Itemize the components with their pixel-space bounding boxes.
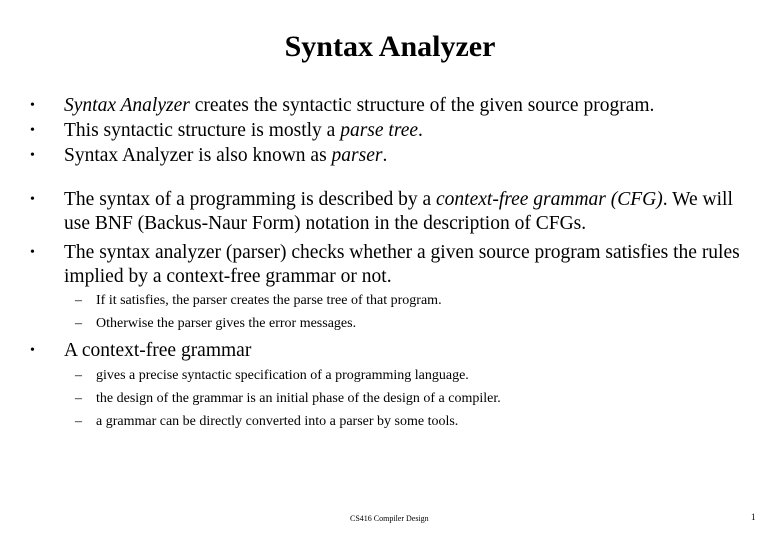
bullet-icon: • xyxy=(30,98,35,113)
dash-icon: – xyxy=(75,391,82,406)
bullet-4-italic: context-free grammar (CFG) xyxy=(436,189,663,210)
bullet-3-text: Syntax Analyzer is also known as xyxy=(64,145,332,166)
bullet-icon: • xyxy=(30,148,35,163)
page-number: 1 xyxy=(751,512,756,522)
bullet-2: This syntactic structure is mostly a par… xyxy=(64,119,423,143)
bullet-6: A context-free grammar xyxy=(64,340,252,361)
bullet-5-sub-2: Otherwise the parser gives the error mes… xyxy=(96,316,357,331)
bullet-icon: • xyxy=(30,123,35,138)
bullet-6-sub-3: a grammar can be directly converted into… xyxy=(96,414,459,429)
dash-icon: – xyxy=(75,293,82,308)
slide-title: Syntax Analyzer xyxy=(284,30,496,63)
bullet-5-sub-1: If it satisfies, the parser creates the … xyxy=(96,293,442,308)
dash-icon: – xyxy=(75,316,82,331)
dash-icon: – xyxy=(75,368,82,383)
bullet-icon: • xyxy=(30,343,35,358)
bullet-6-sub-2: the design of the grammar is an initial … xyxy=(96,391,501,406)
bullet-icon: • xyxy=(30,245,35,260)
bullet-1-italic: Syntax Analyzer xyxy=(64,95,190,116)
bullet-3: Syntax Analyzer is also known as parser. xyxy=(64,144,387,168)
bullet-4: The syntax of a programming is described… xyxy=(64,188,733,212)
bullet-3-italic: parser xyxy=(331,145,383,166)
bullet-6-sub-1: gives a precise syntactic specification … xyxy=(96,368,469,383)
bullet-icon: • xyxy=(30,192,35,207)
bullet-5-line2: implied by a context-free grammar or not… xyxy=(64,266,392,287)
bullet-2-text: This syntactic structure is mostly a xyxy=(64,120,341,141)
bullet-4-suffix: . We will xyxy=(662,189,733,210)
bullet-4-line2: use BNF (Backus-Naur Form) notation in t… xyxy=(64,213,587,234)
footer-course: CS416 Compiler Design xyxy=(350,514,429,523)
bullet-3-suffix: . xyxy=(382,145,388,166)
bullet-2-italic: parse tree xyxy=(340,120,419,141)
bullet-4-text: The syntax of a programming is described… xyxy=(64,189,437,210)
bullet-1: Syntax Analyzer creates the syntactic st… xyxy=(64,94,654,118)
dash-icon: – xyxy=(75,414,82,429)
bullet-2-suffix: . xyxy=(418,120,423,141)
bullet-5: The syntax analyzer (parser) checks whet… xyxy=(64,242,740,263)
bullet-1-text: creates the syntactic structure of the g… xyxy=(189,95,655,116)
